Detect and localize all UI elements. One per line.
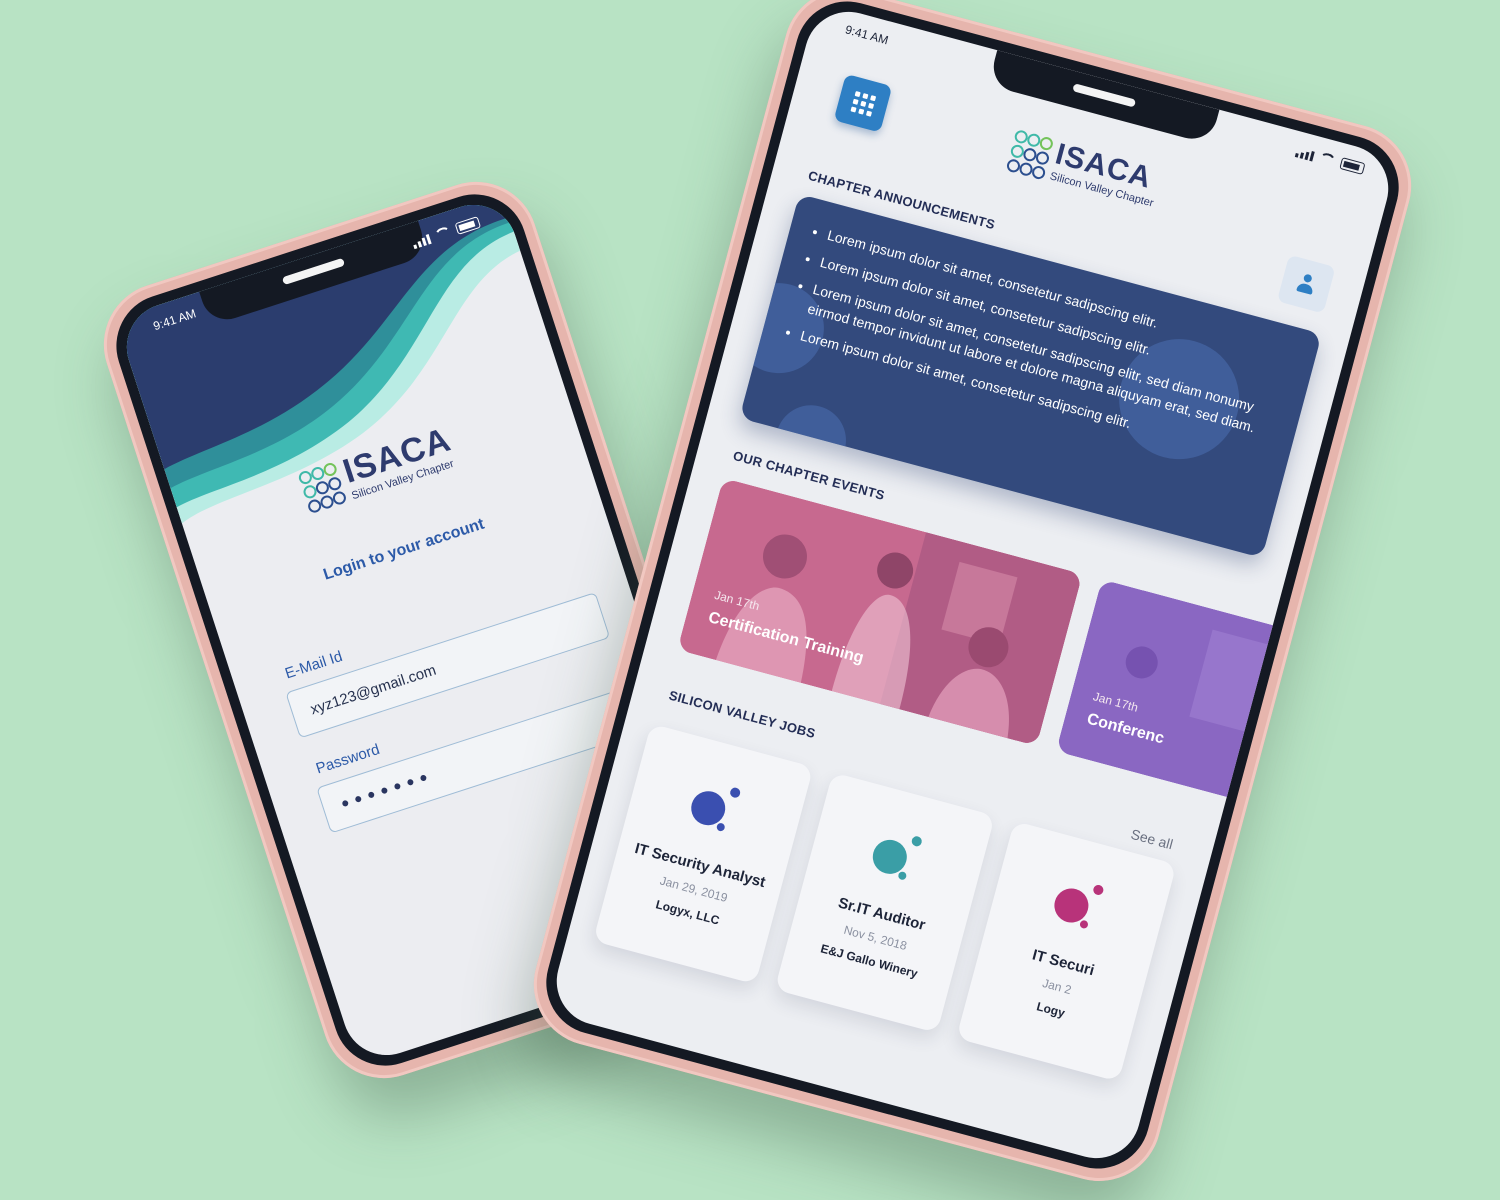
password-value: ••••••• (337, 762, 437, 817)
profile-button[interactable] (1276, 254, 1336, 314)
see-all-link[interactable]: See all (1129, 826, 1174, 853)
isaca-logo-mark (1005, 128, 1054, 180)
status-icons (1294, 143, 1366, 175)
home-screen: 9:41 AM ISACA Silicon Valley Chapter CHA… (546, 2, 1399, 1168)
home-phone: 9:41 AM ISACA Silicon Valley Chapter CHA… (519, 0, 1426, 1195)
signal-icon (1294, 147, 1315, 162)
isaca-logo: ISACA Silicon Valley Chapter (1005, 128, 1163, 210)
wifi-icon (1317, 151, 1337, 170)
job-card[interactable]: IT Security Analyst Jan 29, 2019 Logyx, … (592, 723, 814, 985)
announcements-card: Lorem ipsum dolor sit amet, consetetur s… (739, 193, 1322, 558)
speaker (281, 257, 346, 286)
job-card[interactable]: IT Securi Jan 2 Logy (956, 820, 1177, 1082)
status-time: 9:41 AM (843, 22, 890, 48)
phone-bezel: 9:41 AM ISACA Silicon Valley Chapter CHA… (534, 0, 1411, 1181)
job-bubbles-icon (867, 826, 931, 890)
speaker (1071, 83, 1136, 108)
menu-button[interactable] (833, 73, 893, 133)
email-value: xyz123@gmail.com (308, 661, 439, 718)
grid-menu-icon (850, 90, 876, 117)
job-bubbles-icon (1049, 875, 1113, 939)
job-bubbles-icon (685, 778, 749, 842)
announcements-list: Lorem ipsum dolor sit amet, consetetur s… (762, 194, 1322, 475)
job-card[interactable]: Sr.IT Auditor Nov 5, 2018 E&J Gallo Wine… (774, 772, 996, 1034)
battery-icon (1339, 157, 1366, 175)
event-card[interactable]: Jan 17th Conferenc (1055, 579, 1334, 814)
user-icon (1294, 272, 1318, 296)
mockup-stage: 9:41 AM ISACA Silicon Valley Chapter Log (0, 0, 1500, 1200)
